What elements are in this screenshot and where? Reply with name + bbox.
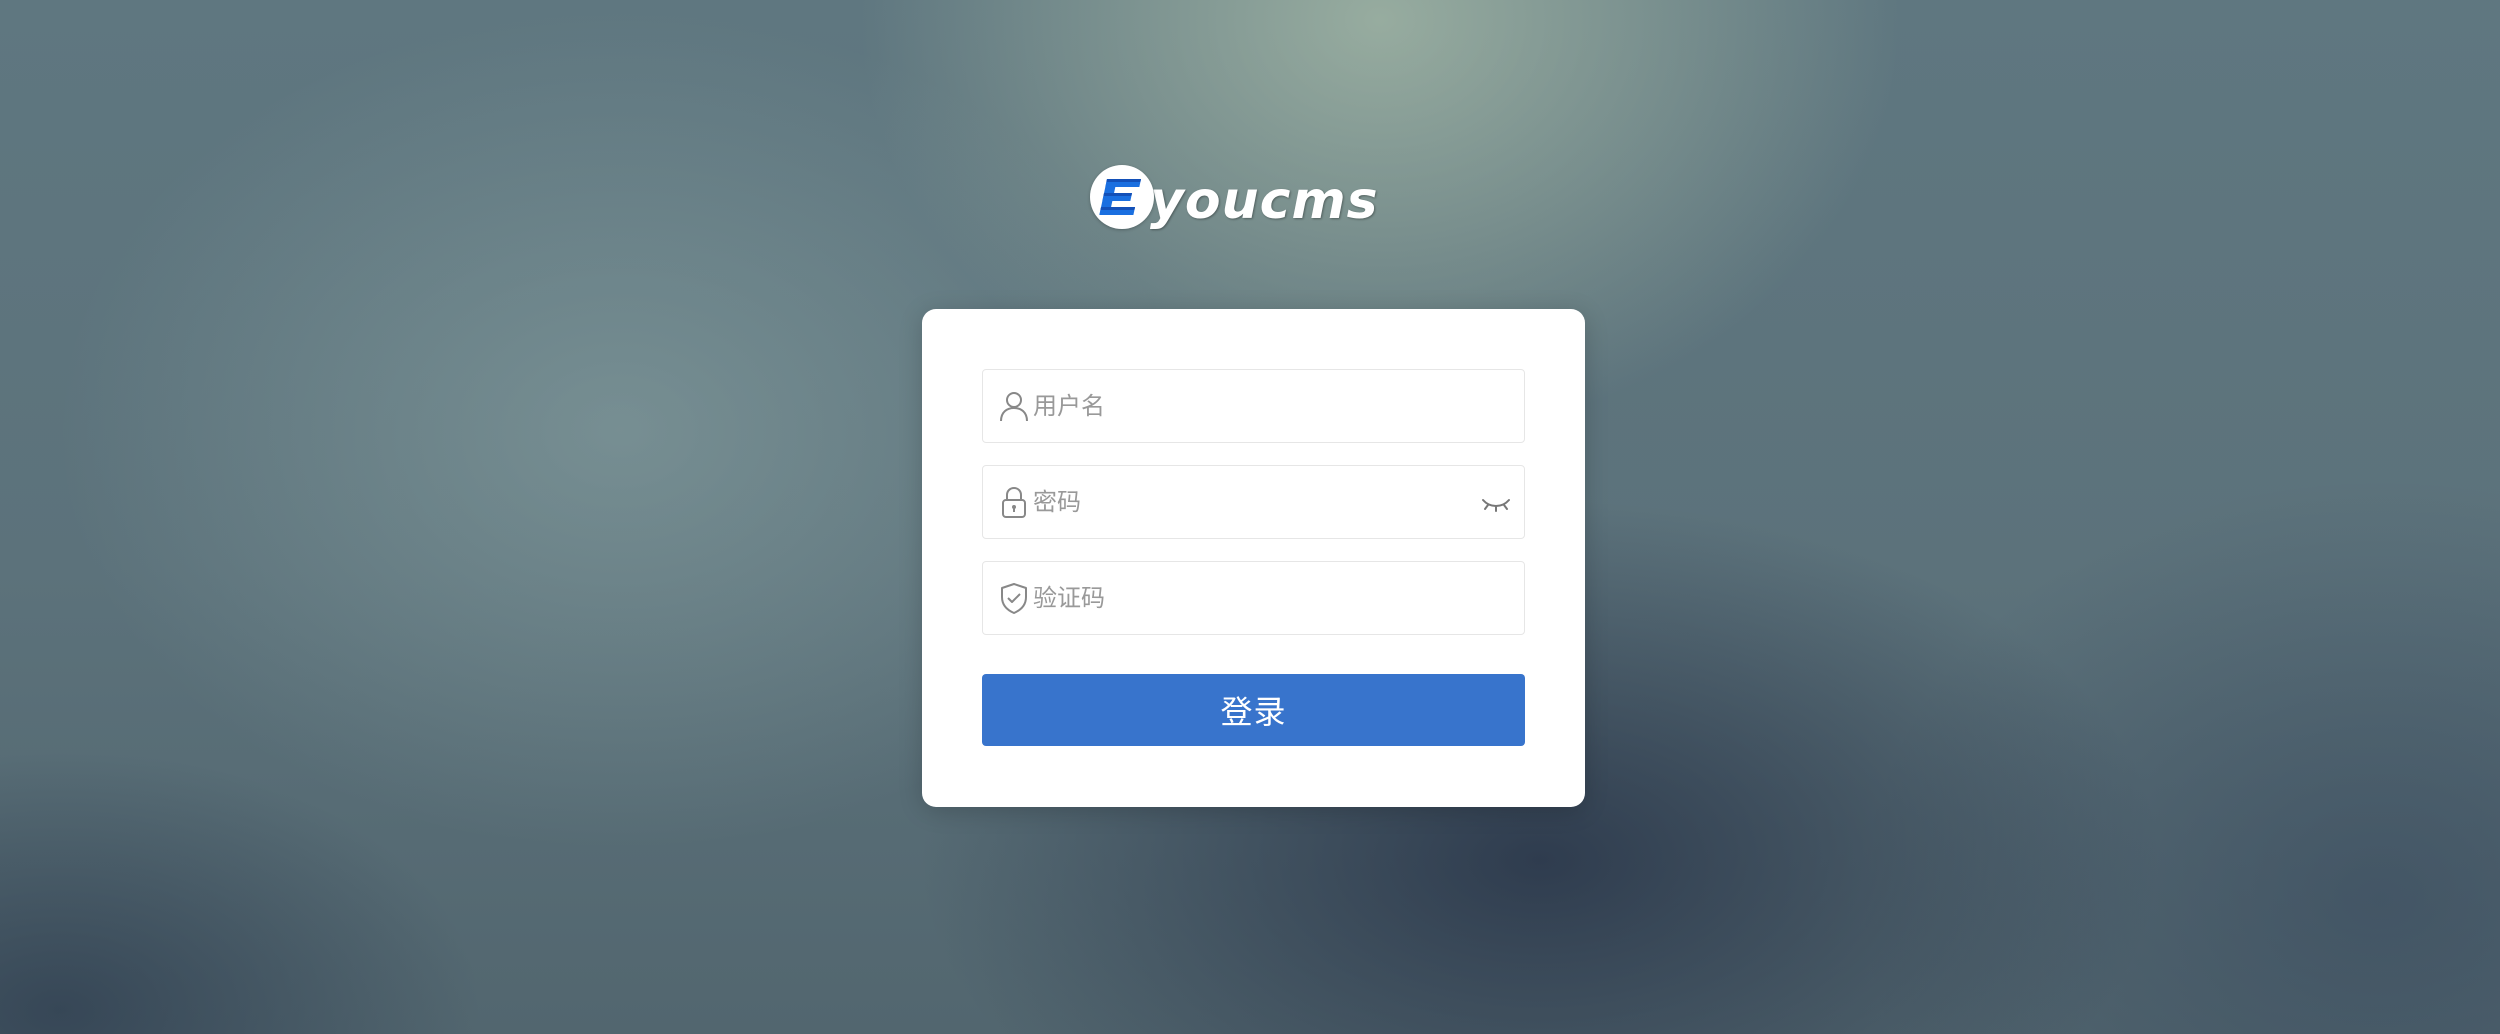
lock-icon: [997, 485, 1031, 519]
password-input[interactable]: [1033, 466, 1463, 538]
shield-check-icon: [997, 581, 1031, 615]
password-field[interactable]: [982, 465, 1525, 539]
brand-name: youcms: [1150, 171, 1379, 231]
brand-logo: youcms: [1090, 162, 1379, 232]
eyoucms-logo-icon: [1090, 165, 1154, 229]
user-icon: [997, 389, 1031, 423]
eye-closed-icon[interactable]: [1480, 488, 1512, 518]
username-input[interactable]: [1033, 370, 1463, 442]
captcha-input[interactable]: [1033, 562, 1463, 634]
captcha-field[interactable]: [982, 561, 1525, 635]
username-field[interactable]: [982, 369, 1525, 443]
login-card: 登录: [922, 309, 1585, 807]
login-button[interactable]: 登录: [982, 674, 1525, 746]
